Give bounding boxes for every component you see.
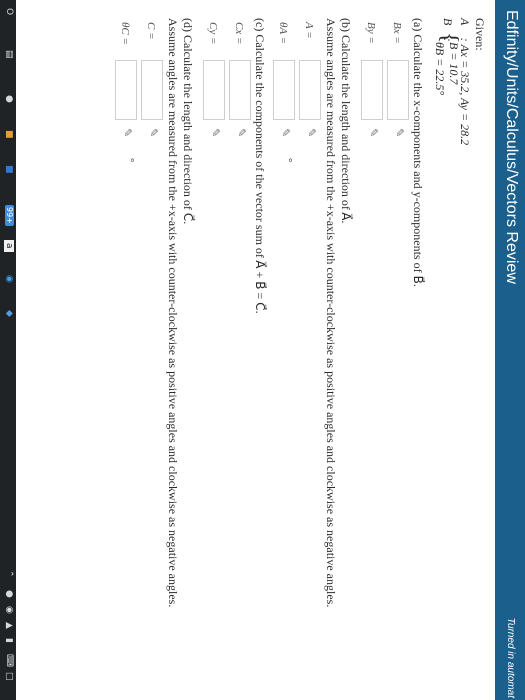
pencil-icon[interactable]: ✎ xyxy=(207,128,222,137)
given-heading: Given: xyxy=(473,18,487,51)
a-length-input[interactable] xyxy=(299,60,321,120)
mail-icon[interactable]: 99+ xyxy=(4,205,14,226)
cx-label: Cx = xyxy=(233,22,245,45)
notification-icon[interactable]: □ xyxy=(4,672,14,681)
bx-label: Bx = xyxy=(391,22,403,44)
part-c-prompt: (c) Calculate the components of the vect… xyxy=(253,18,267,314)
app-header: Edfinity/Units/Calculus/Vectors Review T… xyxy=(495,0,525,700)
chevron-up-icon[interactable]: ⌃ xyxy=(4,570,14,578)
task-view-icon[interactable]: ▤ xyxy=(4,50,14,59)
screen: Edfinity/Units/Calculus/Vectors Review T… xyxy=(0,0,525,700)
part-d-note: Assume angles are measured from the +x-a… xyxy=(166,18,180,608)
theta-c-input[interactable] xyxy=(115,60,137,120)
network-icon[interactable]: ● xyxy=(4,590,14,598)
folder-icon[interactable]: ■ xyxy=(4,130,14,139)
theta-a-label: θA = xyxy=(277,22,289,45)
edge-icon[interactable]: ● xyxy=(4,95,14,103)
app-icon[interactable]: a xyxy=(4,240,14,252)
taskbar: O ▤ ● ■ ■ 99+ a ◉ ◆ ⌃ ● ◉ ▲ ▮ ⌨ □ xyxy=(0,0,16,700)
volume-icon[interactable]: ▲ xyxy=(4,622,14,629)
pencil-icon[interactable]: ✎ xyxy=(303,128,318,137)
a-length-label: A = xyxy=(303,22,315,39)
keyboard-icon[interactable]: ⌨ xyxy=(4,654,14,667)
by-input[interactable] xyxy=(361,60,383,120)
part-a-prompt: (a) Calculate the x-components and y-com… xyxy=(411,18,425,287)
pencil-icon[interactable]: ✎ xyxy=(391,128,406,137)
c-length-label: C = xyxy=(145,22,157,40)
by-label: By = xyxy=(365,22,377,44)
degree-unit: ° xyxy=(124,158,136,163)
b-magnitude: B = 10.7 xyxy=(447,42,461,85)
cx-input[interactable] xyxy=(229,60,251,120)
pencil-icon[interactable]: ✎ xyxy=(277,128,292,137)
degree-unit: ° xyxy=(282,158,294,163)
pencil-icon[interactable]: ✎ xyxy=(145,128,160,137)
store-icon[interactable]: ■ xyxy=(4,165,14,174)
search-icon[interactable]: O xyxy=(4,8,14,15)
theta-c-label: θC = xyxy=(119,22,131,45)
cy-label: Cy = xyxy=(207,22,219,45)
cy-input[interactable] xyxy=(203,60,225,120)
pencil-icon[interactable]: ✎ xyxy=(233,128,248,137)
page-title: Edfinity/Units/Calculus/Vectors Review xyxy=(503,10,520,284)
wifi-icon[interactable]: ◉ xyxy=(4,606,14,614)
part-d-prompt: (d) Calculate the length and direction o… xyxy=(181,18,195,225)
bx-input[interactable] xyxy=(387,60,409,120)
c-length-input[interactable] xyxy=(141,60,163,120)
theta-a-input[interactable] xyxy=(273,60,295,120)
part-b-note: Assume angles are measured from the +x-a… xyxy=(324,18,338,608)
pencil-icon[interactable]: ✎ xyxy=(119,128,134,137)
b-angle: θB = 22.5° xyxy=(433,42,447,96)
chrome-icon[interactable]: ◉ xyxy=(4,275,14,283)
app-icon[interactable]: ◆ xyxy=(4,310,14,317)
pencil-icon[interactable]: ✎ xyxy=(365,128,380,137)
status-label: Turned in automat xyxy=(505,617,516,698)
notification-badge: 99+ xyxy=(5,205,14,226)
battery-icon[interactable]: ▮ xyxy=(4,638,14,643)
part-b-prompt: (b) Calculate the length and direction o… xyxy=(339,18,353,224)
